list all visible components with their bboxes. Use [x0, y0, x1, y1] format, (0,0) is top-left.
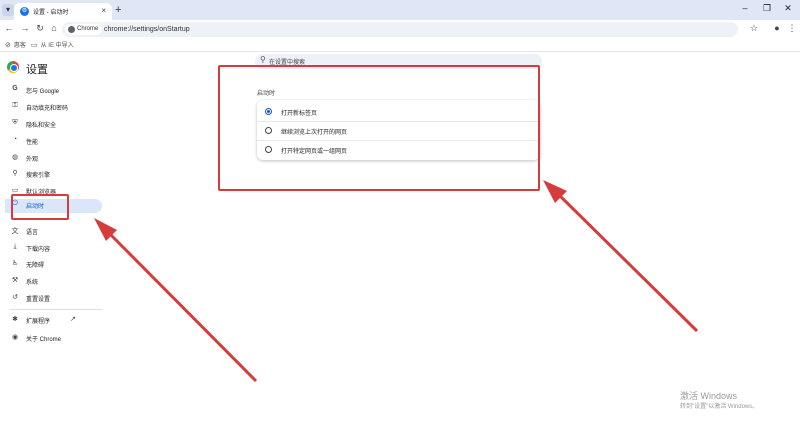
activation-watermark-text: 转到"设置"以激活 Windows。	[680, 404, 759, 410]
annotation-arrows	[94, 180, 699, 383]
arrow-line-right	[552, 188, 699, 333]
arrow-line-left	[102, 226, 258, 383]
